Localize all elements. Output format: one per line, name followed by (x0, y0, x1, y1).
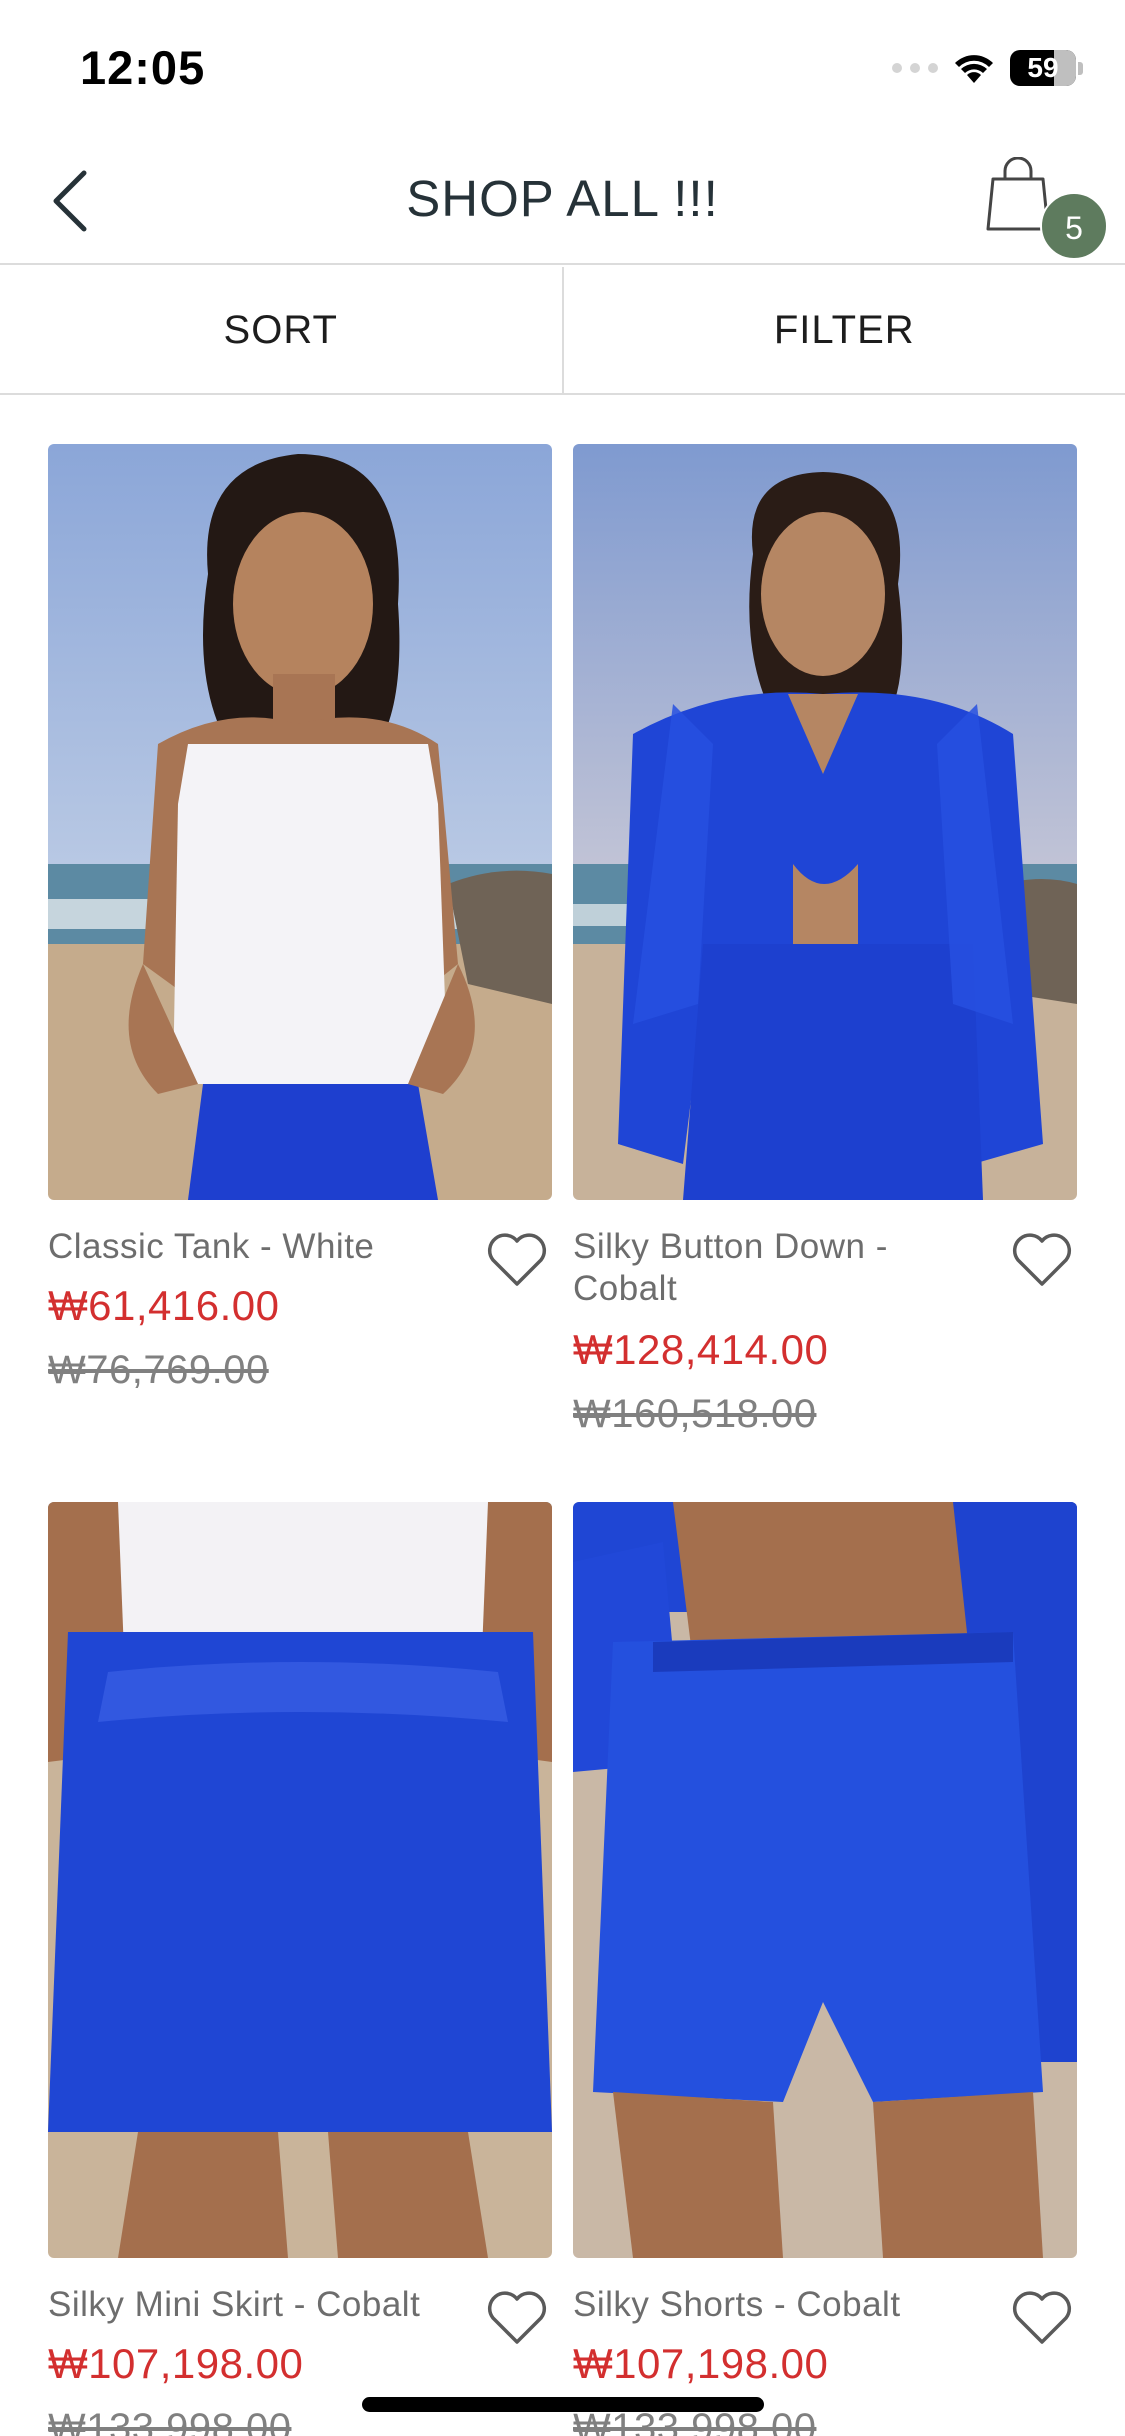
battery-tip (1078, 61, 1083, 75)
product-card[interactable]: Silky Shorts - Cobalt ₩107,198.00 ₩133,9… (573, 1502, 1077, 2436)
heart-icon (1012, 1233, 1072, 1286)
wishlist-button[interactable] (1009, 1230, 1075, 1290)
product-name[interactable]: Silky Shorts - Cobalt (573, 2284, 993, 2326)
wishlist-button[interactable] (484, 2288, 550, 2348)
product-image[interactable] (573, 444, 1077, 1200)
product-name[interactable]: Silky Mini Skirt - Cobalt (48, 2284, 468, 2326)
page-title: SHOP ALL !!! (406, 170, 719, 227)
original-price: ₩133,998.00 (48, 2406, 292, 2436)
header: SHOP ALL !!! 5 (0, 135, 1125, 265)
signal-icon (892, 63, 938, 73)
original-price: ₩160,518.00 (573, 1392, 817, 1436)
heart-icon (1012, 2291, 1072, 2344)
product-card[interactable]: Silky Button Down - Cobalt ₩128,414.00 ₩… (573, 444, 1077, 1436)
battery-level: 59 (1027, 52, 1059, 83)
status-time: 12:05 (80, 41, 206, 94)
sort-filter-bar: SORT FILTER (0, 267, 1125, 395)
heart-icon (487, 1233, 547, 1286)
sale-price: ₩128,414.00 (573, 1326, 829, 1373)
product-image[interactable] (573, 1502, 1077, 2258)
status-icons: 59 (892, 48, 1083, 88)
product-card[interactable]: Classic Tank - White ₩61,416.00 ₩76,769.… (48, 444, 552, 1392)
battery-icon: 59 (1010, 50, 1076, 86)
status-bar: 12:05 59 (0, 0, 1125, 135)
wishlist-button[interactable] (484, 1230, 550, 1290)
shop-all-screen: 12:05 59 SHOP ALL !!! 5 SORT FILTER Clas… (0, 0, 1125, 2436)
product-image[interactable] (48, 1502, 552, 2258)
wifi-icon (955, 55, 993, 83)
wishlist-button[interactable] (1009, 2288, 1075, 2348)
product-name[interactable]: Classic Tank - White (48, 1226, 468, 1268)
product-name[interactable]: Silky Button Down - Cobalt (573, 1226, 993, 1310)
original-price: ₩76,769.00 (48, 1348, 269, 1392)
sort-button[interactable]: SORT (0, 267, 564, 393)
product-image[interactable] (48, 444, 552, 1200)
cart-count-badge: 5 (1040, 192, 1108, 260)
heart-icon (487, 2291, 547, 2344)
product-card[interactable]: Silky Mini Skirt - Cobalt ₩107,198.00 ₩1… (48, 1502, 552, 2436)
sale-price: ₩107,198.00 (573, 2340, 829, 2387)
home-indicator[interactable] (362, 2397, 764, 2412)
sale-price: ₩107,198.00 (48, 2340, 304, 2387)
sale-price: ₩61,416.00 (48, 1282, 280, 1329)
filter-button[interactable]: FILTER (564, 267, 1125, 393)
